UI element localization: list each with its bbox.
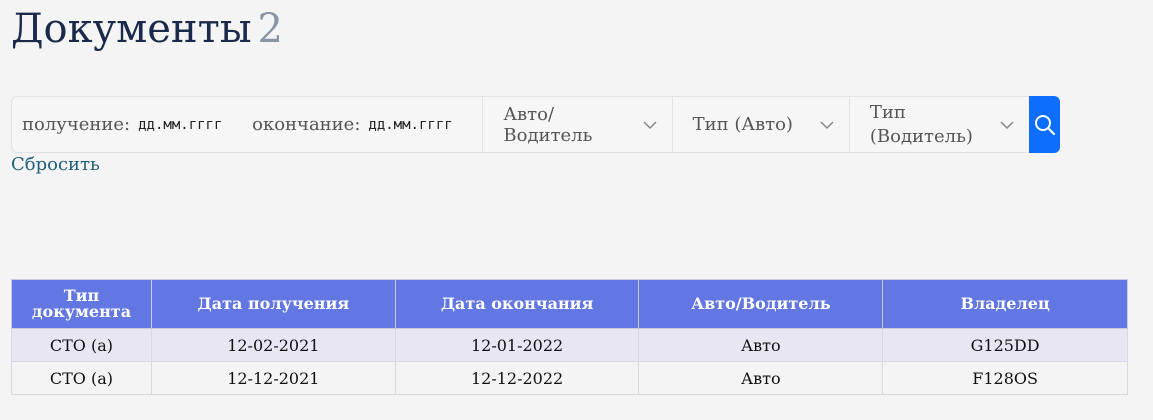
auto-driver-select-value: Авто/Водитель bbox=[503, 103, 593, 146]
end-date-label: окончание: bbox=[252, 114, 361, 135]
auto-driver-select[interactable]: Авто/Водитель bbox=[483, 97, 673, 152]
driver-type-select-value: Тип (Водитель) bbox=[869, 101, 973, 147]
search-icon bbox=[1034, 114, 1055, 135]
table-row[interactable]: СТО (а) 12-12-2021 12-12-2022 Авто F128O… bbox=[11, 361, 1128, 395]
chevron-down-icon bbox=[643, 120, 657, 129]
document-count: 2 bbox=[257, 6, 283, 52]
table-row[interactable]: СТО (а) 12-02-2021 12-01-2022 Авто G125D… bbox=[11, 328, 1128, 362]
column-header-owner[interactable]: Владелец bbox=[882, 279, 1128, 329]
cell-owner: G125DD bbox=[882, 328, 1128, 362]
end-date-input[interactable] bbox=[368, 116, 469, 133]
auto-type-select[interactable]: Тип (Авто) bbox=[673, 97, 850, 152]
page-title: Документы 2 bbox=[11, 6, 283, 52]
auto-type-select-value: Тип (Авто) bbox=[692, 114, 793, 135]
received-date-label: получение: bbox=[22, 114, 131, 135]
filter-bar: получение: окончание: Авто/Водитель Тип … bbox=[11, 96, 1060, 153]
table-header-row: Тип документа Дата получения Дата оконча… bbox=[11, 279, 1128, 329]
driver-type-select[interactable]: Тип (Водитель) bbox=[850, 97, 1029, 152]
documents-table: Тип документа Дата получения Дата оконча… bbox=[11, 279, 1128, 395]
cell-received-date: 12-12-2021 bbox=[150, 361, 396, 395]
cell-received-date: 12-02-2021 bbox=[150, 328, 396, 362]
cell-end-date: 12-01-2022 bbox=[394, 328, 640, 362]
cell-auto-driver: Авто bbox=[638, 361, 884, 395]
column-header-doc-type[interactable]: Тип документа bbox=[11, 279, 152, 329]
cell-auto-driver: Авто bbox=[638, 328, 884, 362]
reset-filters-link[interactable]: Сбросить bbox=[11, 154, 100, 175]
chevron-down-icon bbox=[1000, 120, 1014, 129]
column-header-received-date[interactable]: Дата получения bbox=[150, 279, 396, 329]
date-filter-group: получение: окончание: bbox=[12, 97, 484, 152]
chevron-down-icon bbox=[820, 120, 834, 129]
cell-doc-type: СТО (а) bbox=[11, 328, 152, 362]
page-title-text: Документы bbox=[11, 6, 252, 52]
column-header-end-date[interactable]: Дата окончания bbox=[394, 279, 640, 329]
cell-end-date: 12-12-2022 bbox=[394, 361, 640, 395]
search-button[interactable] bbox=[1029, 96, 1060, 153]
cell-doc-type: СТО (а) bbox=[11, 361, 152, 395]
cell-owner: F128OS bbox=[882, 361, 1128, 395]
column-header-auto-driver[interactable]: Авто/Водитель bbox=[638, 279, 884, 329]
received-date-input[interactable] bbox=[138, 116, 239, 133]
